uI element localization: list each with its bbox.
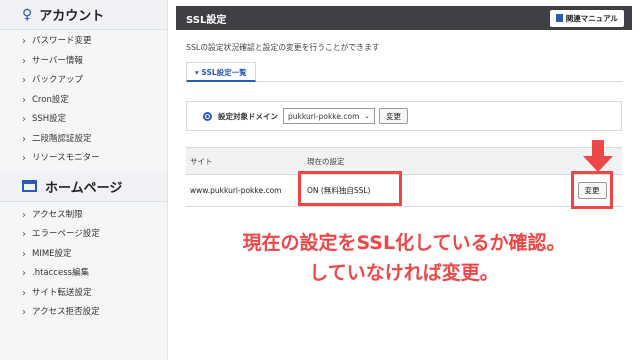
page-description: SSLの設定状況確認と設定の変更を行うことができます <box>186 43 380 52</box>
sidebar-item-cron[interactable]: Cron設定 <box>0 91 167 111</box>
table-row: www.pukkuri-pokke.com ON (無料独自SSL) 変更 <box>186 175 622 207</box>
user-icon: ♀︎ <box>22 6 33 23</box>
manual-button[interactable]: 関連マニュアル <box>549 9 624 27</box>
sidebar-item-backup[interactable]: バックアップ <box>0 71 167 91</box>
site-cell: www.pukkuri-pokke.com <box>190 186 282 195</box>
book-icon <box>555 14 563 22</box>
sidebar-item-access-restriction[interactable]: アクセス制限 <box>0 206 167 226</box>
page-title: SSL設定 <box>186 14 227 26</box>
domain-label: 設定対象ドメイン <box>218 111 278 121</box>
ssl-table: サイト 現在の設定 www.pukkuri-pokke.com ON (無料独自… <box>186 147 622 207</box>
tab-ssl-list[interactable]: ▾ SSL設定一覧 <box>186 62 256 82</box>
page-header-bar: SSL設定 関連マニュアル <box>176 6 632 30</box>
account-menu: パスワード変更 サーバー情報 バックアップ Cron設定 SSH設定 二段階認証… <box>0 32 167 169</box>
sidebar: ♀︎ アカウント パスワード変更 サーバー情報 バックアップ Cron設定 SS… <box>0 0 168 360</box>
homepage-menu: アクセス制限 エラーページ設定 MIME設定 .htaccess編集 サイト転送… <box>0 206 167 323</box>
tab-bar: ▾ SSL設定一覧 <box>186 62 622 82</box>
change-button-highlight-box <box>571 171 613 209</box>
arrow-down-icon <box>583 140 613 174</box>
chevron-down-icon: ⌄ <box>364 112 370 120</box>
window-icon <box>22 180 37 192</box>
sidebar-item-redirect[interactable]: サイト転送設定 <box>0 284 167 304</box>
tab-ssl-list-label: SSL設定一覧 <box>201 68 247 77</box>
sidebar-item-password[interactable]: パスワード変更 <box>0 32 167 52</box>
column-header-setting: 現在の設定 <box>307 156 345 166</box>
homepage-header-label: ホームページ <box>45 180 123 196</box>
account-section-header: ♀︎ アカウント <box>0 0 167 30</box>
sidebar-item-ssh[interactable]: SSH設定 <box>0 110 167 130</box>
domain-radio[interactable] <box>203 111 212 121</box>
account-header-label: アカウント <box>39 9 105 24</box>
manual-button-label: 関連マニュアル <box>565 13 618 23</box>
sidebar-item-access-deny[interactable]: アクセス拒否設定 <box>0 303 167 323</box>
sidebar-item-resource-monitor[interactable]: リソースモニター <box>0 149 167 169</box>
sidebar-item-htaccess[interactable]: .htaccess編集 <box>0 264 167 284</box>
domain-select[interactable]: pukkuri-pokke.com ⌄ <box>283 108 375 124</box>
domain-change-button[interactable]: 変更 <box>379 108 408 124</box>
sidebar-item-server-info[interactable]: サーバー情報 <box>0 52 167 72</box>
column-header-site: サイト <box>190 156 213 166</box>
sidebar-item-2fa[interactable]: 二段階認証設定 <box>0 130 167 150</box>
sidebar-item-error-page[interactable]: エラーページ設定 <box>0 225 167 245</box>
annotation-line-2: していなければ変更。 <box>309 262 499 284</box>
table-header: サイト 現在の設定 <box>186 148 622 175</box>
sidebar-item-mime[interactable]: MIME設定 <box>0 245 167 265</box>
annotation-line-1: 現在の設定をSSL化しているか確認。 <box>242 232 566 254</box>
setting-highlight-box <box>298 171 402 206</box>
domain-selector-box: 設定対象ドメイン pukkuri-pokke.com ⌄ 変更 <box>186 101 622 131</box>
homepage-section-header: ホームページ <box>0 171 167 202</box>
domain-select-value: pukkuri-pokke.com <box>288 111 360 121</box>
main-panel: SSL設定 関連マニュアル SSLの設定状況確認と設定の変更を行うことができます… <box>176 6 632 356</box>
